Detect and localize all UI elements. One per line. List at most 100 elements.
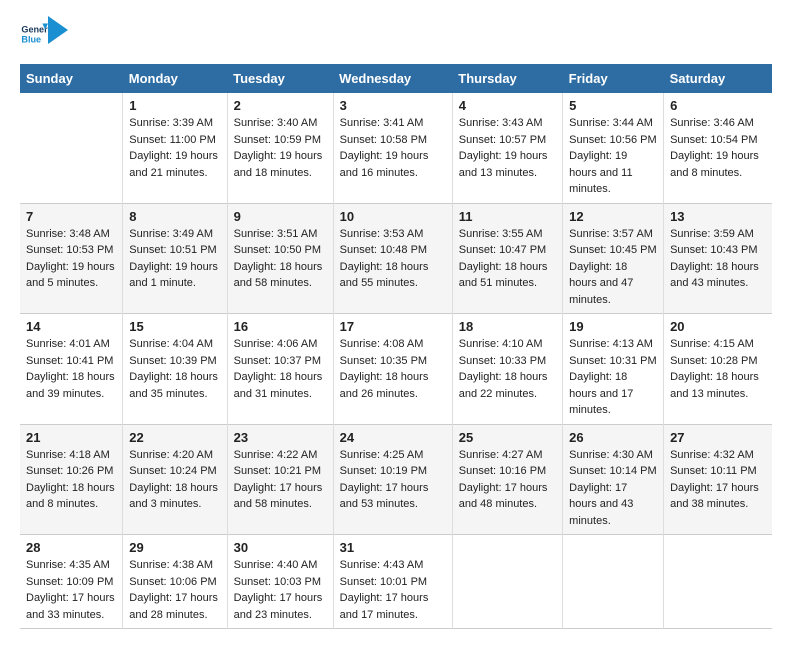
- day-number: 15: [129, 319, 220, 334]
- day-cell: 23 Sunrise: 4:22 AMSunset: 10:21 PMDaylig…: [227, 424, 333, 535]
- day-cell: 21 Sunrise: 4:18 AMSunset: 10:26 PMDaylig…: [20, 424, 123, 535]
- day-info: Sunrise: 3:39 AMSunset: 11:00 PMDaylight…: [129, 115, 220, 181]
- day-cell: 4 Sunrise: 3:43 AMSunset: 10:57 PMDayligh…: [452, 93, 562, 203]
- header-monday: Monday: [123, 64, 227, 93]
- day-number: 18: [459, 319, 556, 334]
- week-row-5: 28 Sunrise: 4:35 AMSunset: 10:09 PMDaylig…: [20, 535, 772, 629]
- day-cell: 1 Sunrise: 3:39 AMSunset: 11:00 PMDayligh…: [123, 93, 227, 203]
- calendar-header-row: SundayMondayTuesdayWednesdayThursdayFrid…: [20, 64, 772, 93]
- header-tuesday: Tuesday: [227, 64, 333, 93]
- day-info: Sunrise: 4:15 AMSunset: 10:28 PMDaylight…: [670, 336, 766, 402]
- day-cell: 24Sunrise: 4:25 AMSunset: 10:19 PMDaylig…: [333, 424, 452, 535]
- day-cell: 7 Sunrise: 3:48 AMSunset: 10:53 PMDayligh…: [20, 203, 123, 314]
- day-cell: 31Sunrise: 4:43 AMSunset: 10:01 PMDaylig…: [333, 535, 452, 629]
- day-cell: 14 Sunrise: 4:01 AMSunset: 10:41 PMDaylig…: [20, 314, 123, 425]
- day-number: 21: [26, 430, 116, 445]
- day-cell: [20, 93, 123, 203]
- day-number: 30: [234, 540, 327, 555]
- logo-icon: General Blue: [20, 20, 48, 48]
- day-cell: 8Sunrise: 3:49 AMSunset: 10:51 PMDayligh…: [123, 203, 227, 314]
- day-number: 22: [129, 430, 220, 445]
- header-thursday: Thursday: [452, 64, 562, 93]
- day-number: 20: [670, 319, 766, 334]
- header: General Blue: [20, 20, 772, 48]
- day-number: 27: [670, 430, 766, 445]
- day-number: 1: [129, 98, 220, 113]
- header-saturday: Saturday: [664, 64, 772, 93]
- day-number: 14: [26, 319, 116, 334]
- day-cell: 22 Sunrise: 4:20 AMSunset: 10:24 PMDaylig…: [123, 424, 227, 535]
- day-cell: 20 Sunrise: 4:15 AMSunset: 10:28 PMDaylig…: [664, 314, 772, 425]
- week-row-3: 14 Sunrise: 4:01 AMSunset: 10:41 PMDaylig…: [20, 314, 772, 425]
- day-cell: 6Sunrise: 3:46 AMSunset: 10:54 PMDayligh…: [664, 93, 772, 203]
- day-info: Sunrise: 4:04 AMSunset: 10:39 PMDaylight…: [129, 336, 220, 402]
- day-info: Sunrise: 3:51 AMSunset: 10:50 PMDaylight…: [234, 226, 327, 292]
- header-friday: Friday: [563, 64, 664, 93]
- day-number: 25: [459, 430, 556, 445]
- day-cell: 13 Sunrise: 3:59 AMSunset: 10:43 PMDaylig…: [664, 203, 772, 314]
- logo-chevron-icon: [48, 16, 68, 44]
- day-cell: [452, 535, 562, 629]
- day-cell: 9 Sunrise: 3:51 AMSunset: 10:50 PMDayligh…: [227, 203, 333, 314]
- day-cell: 17 Sunrise: 4:08 AMSunset: 10:35 PMDaylig…: [333, 314, 452, 425]
- day-cell: [664, 535, 772, 629]
- day-info: Sunrise: 4:22 AMSunset: 10:21 PMDaylight…: [234, 447, 327, 513]
- day-cell: 29Sunrise: 4:38 AMSunset: 10:06 PMDaylig…: [123, 535, 227, 629]
- header-sunday: Sunday: [20, 64, 123, 93]
- week-row-1: 1 Sunrise: 3:39 AMSunset: 11:00 PMDayligh…: [20, 93, 772, 203]
- day-cell: 15 Sunrise: 4:04 AMSunset: 10:39 PMDaylig…: [123, 314, 227, 425]
- day-info: Sunrise: 3:41 AMSunset: 10:58 PMDaylight…: [340, 115, 446, 181]
- day-info: Sunrise: 3:57 AMSunset: 10:45 PMDaylight…: [569, 226, 657, 309]
- day-info: Sunrise: 4:25 AMSunset: 10:19 PMDaylight…: [340, 447, 446, 513]
- day-info: Sunrise: 3:55 AMSunset: 10:47 PMDaylight…: [459, 226, 556, 292]
- day-info: Sunrise: 4:40 AMSunset: 10:03 PMDaylight…: [234, 557, 327, 623]
- svg-text:Blue: Blue: [21, 34, 41, 44]
- day-number: 26: [569, 430, 657, 445]
- calendar-table: SundayMondayTuesdayWednesdayThursdayFrid…: [20, 64, 772, 629]
- day-info: Sunrise: 4:20 AMSunset: 10:24 PMDaylight…: [129, 447, 220, 513]
- day-info: Sunrise: 4:01 AMSunset: 10:41 PMDaylight…: [26, 336, 116, 402]
- day-number: 7: [26, 209, 116, 224]
- day-info: Sunrise: 3:44 AMSunset: 10:56 PMDaylight…: [569, 115, 657, 198]
- day-number: 19: [569, 319, 657, 334]
- day-info: Sunrise: 3:59 AMSunset: 10:43 PMDaylight…: [670, 226, 766, 292]
- day-number: 17: [340, 319, 446, 334]
- day-cell: 27Sunrise: 4:32 AMSunset: 10:11 PMDaylig…: [664, 424, 772, 535]
- day-number: 28: [26, 540, 116, 555]
- day-cell: 10Sunrise: 3:53 AMSunset: 10:48 PMDaylig…: [333, 203, 452, 314]
- day-cell: 11 Sunrise: 3:55 AMSunset: 10:47 PMDaylig…: [452, 203, 562, 314]
- day-info: Sunrise: 3:46 AMSunset: 10:54 PMDaylight…: [670, 115, 766, 181]
- day-cell: 3Sunrise: 3:41 AMSunset: 10:58 PMDayligh…: [333, 93, 452, 203]
- day-info: Sunrise: 3:40 AMSunset: 10:59 PMDaylight…: [234, 115, 327, 181]
- week-row-4: 21 Sunrise: 4:18 AMSunset: 10:26 PMDaylig…: [20, 424, 772, 535]
- day-info: Sunrise: 4:18 AMSunset: 10:26 PMDaylight…: [26, 447, 116, 513]
- day-cell: 19 Sunrise: 4:13 AMSunset: 10:31 PMDaylig…: [563, 314, 664, 425]
- day-info: Sunrise: 4:13 AMSunset: 10:31 PMDaylight…: [569, 336, 657, 419]
- day-number: 4: [459, 98, 556, 113]
- day-cell: 18 Sunrise: 4:10 AMSunset: 10:33 PMDaylig…: [452, 314, 562, 425]
- day-number: 11: [459, 209, 556, 224]
- day-cell: 25Sunrise: 4:27 AMSunset: 10:16 PMDaylig…: [452, 424, 562, 535]
- day-number: 23: [234, 430, 327, 445]
- day-info: Sunrise: 3:43 AMSunset: 10:57 PMDaylight…: [459, 115, 556, 181]
- day-info: Sunrise: 3:48 AMSunset: 10:53 PMDaylight…: [26, 226, 116, 292]
- day-info: Sunrise: 4:43 AMSunset: 10:01 PMDaylight…: [340, 557, 446, 623]
- day-cell: 16Sunrise: 4:06 AMSunset: 10:37 PMDaylig…: [227, 314, 333, 425]
- header-wednesday: Wednesday: [333, 64, 452, 93]
- day-info: Sunrise: 3:53 AMSunset: 10:48 PMDaylight…: [340, 226, 446, 292]
- day-cell: 2 Sunrise: 3:40 AMSunset: 10:59 PMDayligh…: [227, 93, 333, 203]
- day-info: Sunrise: 4:08 AMSunset: 10:35 PMDaylight…: [340, 336, 446, 402]
- logo: General Blue: [20, 20, 68, 48]
- day-info: Sunrise: 4:10 AMSunset: 10:33 PMDaylight…: [459, 336, 556, 402]
- day-number: 13: [670, 209, 766, 224]
- day-info: Sunrise: 4:30 AMSunset: 10:14 PMDaylight…: [569, 447, 657, 530]
- day-info: Sunrise: 3:49 AMSunset: 10:51 PMDaylight…: [129, 226, 220, 292]
- day-number: 9: [234, 209, 327, 224]
- day-cell: 28 Sunrise: 4:35 AMSunset: 10:09 PMDaylig…: [20, 535, 123, 629]
- day-cell: 5Sunrise: 3:44 AMSunset: 10:56 PMDayligh…: [563, 93, 664, 203]
- day-info: Sunrise: 4:06 AMSunset: 10:37 PMDaylight…: [234, 336, 327, 402]
- day-info: Sunrise: 4:38 AMSunset: 10:06 PMDaylight…: [129, 557, 220, 623]
- day-cell: [563, 535, 664, 629]
- day-number: 2: [234, 98, 327, 113]
- day-info: Sunrise: 4:35 AMSunset: 10:09 PMDaylight…: [26, 557, 116, 623]
